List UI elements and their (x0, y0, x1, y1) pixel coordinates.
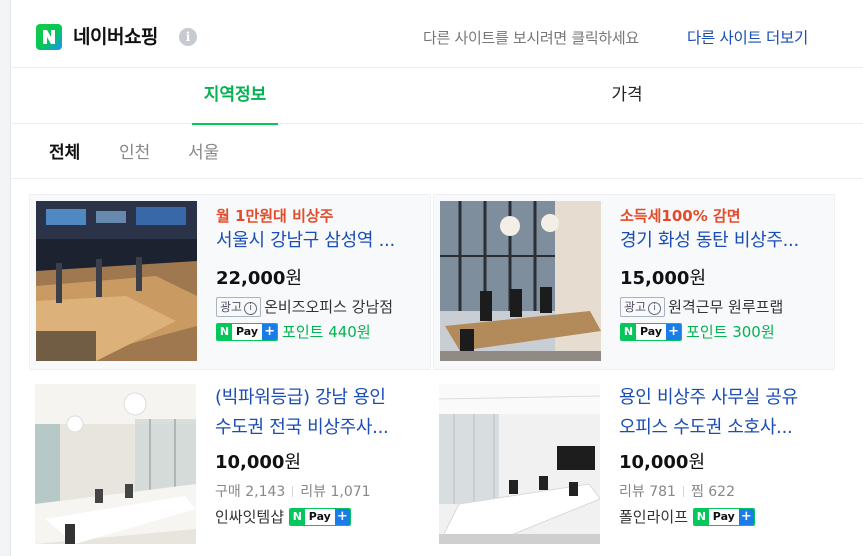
product-card[interactable]: (빅파워등급) 강남 용인 수도권 전국 비상주사... 10,000원 구매 … (29, 378, 431, 554)
tab-region-info[interactable]: 지역정보 (192, 69, 278, 125)
npay-n: N (289, 508, 305, 525)
product-thumbnail[interactable] (440, 201, 601, 361)
seller-row: 광고 i 온비즈오피스 강남점 (216, 296, 393, 318)
price-currency: 원 (284, 452, 302, 473)
price-value: 22,000 (216, 268, 286, 289)
promo-badge: 월 1만원대 비상주 (216, 207, 334, 225)
npay-n: N (217, 323, 232, 340)
seller-name[interactable]: 온비즈오피스 강남점 (264, 298, 393, 316)
product-price: 10,000원 (215, 448, 301, 474)
npay-text: Pay (636, 323, 667, 340)
info-icon[interactable]: i (179, 28, 197, 46)
divider (682, 486, 684, 497)
more-sites-link[interactable]: 다른 사이트 더보기 (687, 26, 808, 48)
ad-info-icon: i (648, 301, 662, 315)
ad-label: 광고 (220, 299, 243, 314)
npay-plus-icon: N Pay + (288, 507, 351, 526)
product-title-line-1[interactable]: (빅파워등급) 강남 용인 (215, 384, 425, 412)
divider (292, 486, 294, 497)
ad-badge[interactable]: 광고 i (620, 296, 666, 317)
ad-label: 광고 (624, 299, 647, 314)
price-currency: 원 (689, 268, 707, 289)
review-count: 리뷰 781 (619, 484, 676, 500)
filter-incheon[interactable]: 인천 (119, 138, 150, 163)
review-count: 리뷰 1,071 (300, 484, 371, 500)
product-title-line-2[interactable]: 수도권 전국 비상주사... (215, 414, 425, 442)
product-title[interactable]: 서울시 강남구 삼성역 ... (216, 227, 426, 255)
npay-n: N (621, 323, 636, 340)
header: 네이버쇼핑 i 다른 사이트를 보시려면 클릭하세요 다른 사이트 더보기 (11, 0, 863, 68)
brand-title: 네이버쇼핑 (73, 26, 158, 48)
price-value: 10,000 (215, 452, 285, 473)
point-text: 포인트 440원 (282, 323, 371, 341)
npay-row: N Pay + 포인트 440원 (216, 321, 371, 343)
npay-text: Pay (232, 323, 263, 340)
promo-badge: 소득세100% 감면 (620, 207, 741, 225)
product-card[interactable]: 소득세100% 감면 경기 화성 동탄 비상주... 15,000원 광고 i 원격… (433, 194, 835, 370)
npay-plus-icon: N Pay + (216, 322, 279, 341)
stats-row: 리뷰 781 찜 622 (619, 481, 735, 503)
seller-row: 폴인라이프 N Pay + (619, 506, 755, 528)
price-currency: 원 (688, 452, 706, 473)
npay-plus: + (666, 323, 682, 340)
wishlist-count: 찜 622 (690, 484, 735, 500)
seller-row: 광고 i 원격근무 원루프랩 (620, 296, 783, 318)
price-value: 10,000 (619, 452, 689, 473)
price-value: 15,000 (620, 268, 690, 289)
ad-badge[interactable]: 광고 i (216, 296, 262, 317)
npay-row: N Pay + 포인트 300원 (620, 321, 775, 343)
npay-plus: + (334, 508, 350, 525)
npay-plus: + (262, 323, 278, 340)
product-price: 22,000원 (216, 264, 302, 290)
product-thumbnail[interactable] (36, 201, 197, 361)
npay-plus: + (738, 508, 754, 525)
product-card[interactable]: 월 1만원대 비상주 서울시 강남구 삼성역 ... 22,000원 광고 i 온비… (29, 194, 431, 370)
tab-bar: 지역정보 가격 (11, 69, 863, 125)
product-price: 10,000원 (619, 448, 705, 474)
npay-plus-icon: N Pay + (692, 507, 755, 526)
shopping-panel: 네이버쇼핑 i 다른 사이트를 보시려면 클릭하세요 다른 사이트 더보기 지역… (10, 0, 863, 556)
naver-shopping-logo-icon (36, 24, 62, 50)
header-hint-text: 다른 사이트를 보시려면 클릭하세요 (423, 29, 639, 47)
seller-name[interactable]: 폴인라이프 (619, 508, 688, 526)
product-title-line-2[interactable]: 오피스 수도권 소호사... (619, 414, 829, 442)
filter-seoul[interactable]: 서울 (188, 138, 219, 163)
tab-price[interactable]: 가격 (591, 69, 663, 124)
purchase-count: 구매 2,143 (215, 484, 286, 500)
npay-plus-icon: N Pay + (620, 322, 683, 341)
price-currency: 원 (285, 268, 303, 289)
product-thumbnail[interactable] (439, 384, 600, 544)
npay-text: Pay (708, 508, 739, 525)
stats-row: 구매 2,143 리뷰 1,071 (215, 481, 371, 503)
npay-n: N (693, 508, 709, 525)
product-thumbnail[interactable] (35, 384, 196, 544)
product-price: 15,000원 (620, 264, 706, 290)
product-title-line-1[interactable]: 용인 비상주 사무실 공유 (619, 384, 829, 412)
seller-row: 인싸잇템샵 N Pay + (215, 506, 351, 528)
region-filter: 전체 인천 서울 (11, 125, 863, 179)
ad-info-icon: i (244, 301, 258, 315)
point-text: 포인트 300원 (686, 323, 775, 341)
product-title[interactable]: 경기 화성 동탄 비상주... (620, 227, 830, 255)
npay-text: Pay (304, 508, 335, 525)
filter-all[interactable]: 전체 (49, 138, 80, 163)
seller-name[interactable]: 원격근무 원루프랩 (668, 298, 783, 316)
product-card[interactable]: 용인 비상주 사무실 공유 오피스 수도권 소호사... 10,000원 리뷰 … (433, 378, 835, 554)
seller-name[interactable]: 인싸잇템샵 (215, 508, 284, 526)
